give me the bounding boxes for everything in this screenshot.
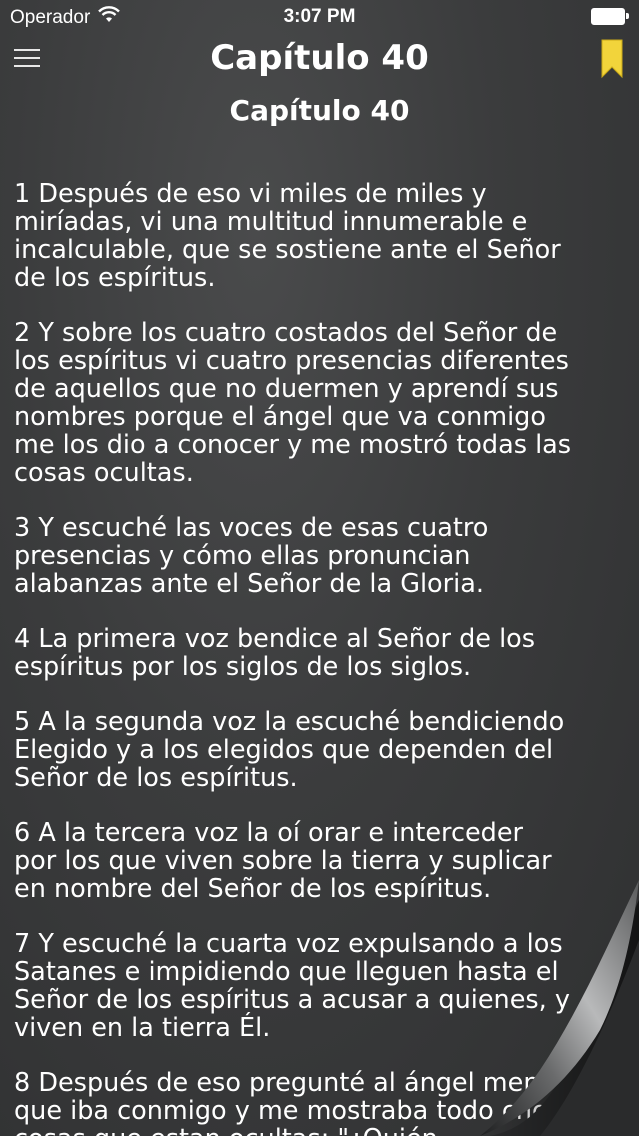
- verse: 2 Y sobre los cuatro costados del Señor …: [14, 318, 572, 488]
- battery-icon: [591, 8, 629, 25]
- page-curl-handle[interactable]: [420, 880, 639, 1136]
- verse: 3 Y escuché las voces de esas cuatro pre…: [14, 513, 489, 599]
- verse: 4 La primera voz bendice al Señor de los…: [14, 624, 536, 682]
- bookmark-icon[interactable]: [601, 39, 623, 79]
- verse: 1 Después de eso vi miles de miles y mir…: [14, 180, 561, 293]
- status-bar: Operador 3:07 PM: [0, 0, 639, 36]
- page-title: Capítulo 40: [210, 38, 429, 78]
- status-time: 3:07 PM: [283, 6, 356, 27]
- verse: 5 A la segunda voz la escuché bendiciend…: [14, 707, 565, 793]
- navigation-bar: Capítulo 40: [0, 36, 639, 88]
- chapter-heading: Capítulo 40: [229, 94, 410, 127]
